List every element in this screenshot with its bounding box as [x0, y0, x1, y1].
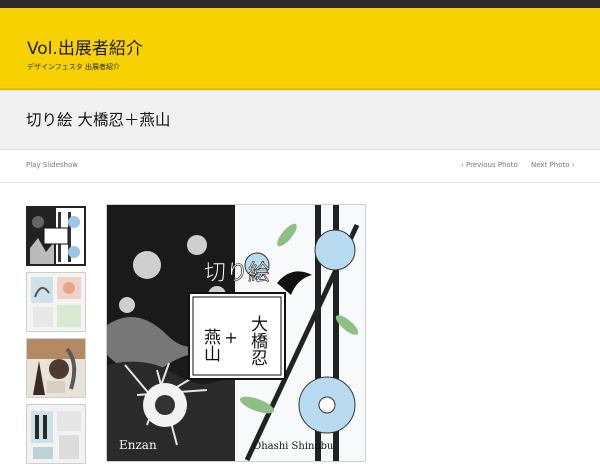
site-header: Vol.出展者紹介 デザインフェスタ 出展者紹介: [0, 8, 600, 90]
artwork-left-name: 燕山: [200, 328, 221, 362]
artwork-banner: 切り絵: [204, 261, 270, 286]
site-subtitle: デザインフェスタ 出展者紹介: [27, 63, 121, 71]
thumbnail-1[interactable]: [26, 206, 86, 266]
play-slideshow-link[interactable]: Play Slideshow: [26, 161, 78, 169]
thumbnail-2[interactable]: [26, 272, 86, 332]
title-band: 切り絵 大橋忍＋燕山: [0, 90, 600, 150]
page-title: 切り絵 大橋忍＋燕山: [26, 111, 171, 129]
artwork-plus: +: [224, 328, 237, 347]
slideshow-controls: Play Slideshow ‹ Previous Photo Next Pho…: [0, 150, 600, 183]
site-title[interactable]: Vol.出展者紹介: [27, 34, 143, 59]
top-bar: [0, 0, 600, 8]
thumbnail-1-image: [28, 208, 84, 264]
next-photo-link[interactable]: Next Photo ›: [531, 161, 575, 169]
thumbnail-3[interactable]: [26, 338, 86, 398]
thumbnail-3-image: [27, 339, 85, 397]
thumbnail-4[interactable]: [26, 404, 86, 464]
main-photo: 切り絵 燕山 + 大橋忍 Enzan Ohashi Shinobu: [106, 204, 366, 462]
thumbnail-4-image: [27, 405, 85, 463]
artwork-left-signature: Enzan: [119, 438, 157, 452]
artwork-image: 切り絵 燕山 + 大橋忍 Enzan Ohashi Shinobu: [107, 205, 365, 461]
artwork-right-signature: Ohashi Shinobu: [253, 441, 334, 452]
previous-photo-link[interactable]: ‹ Previous Photo: [461, 161, 518, 169]
artwork-right-name: 大橋忍: [247, 315, 268, 366]
thumbnail-2-image: [27, 273, 85, 331]
